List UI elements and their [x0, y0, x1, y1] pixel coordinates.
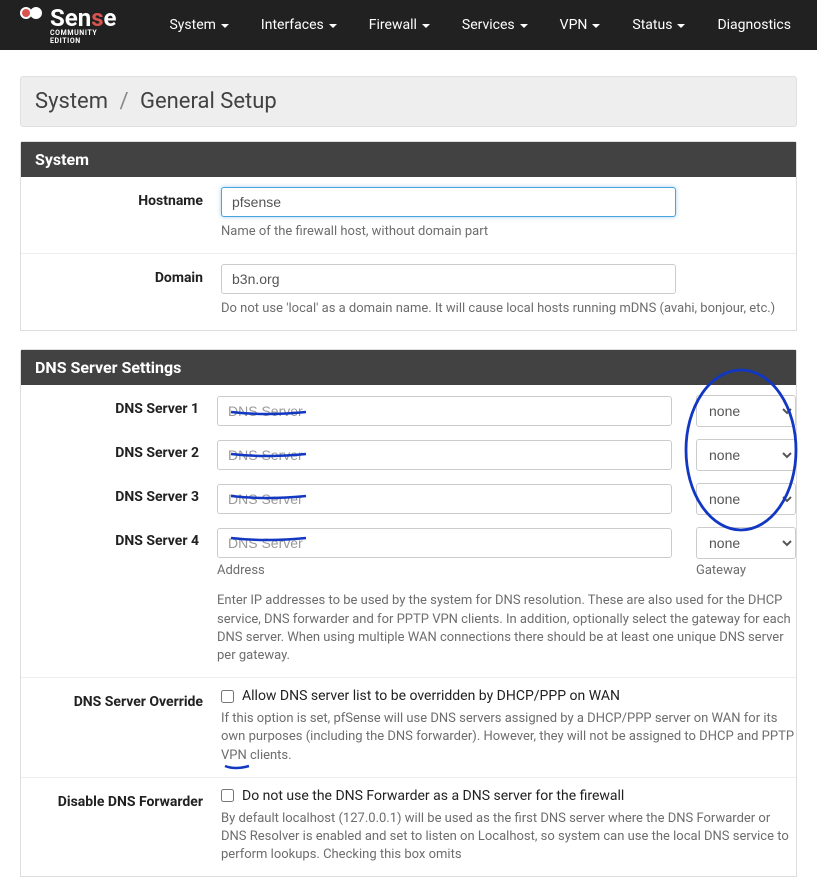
nav-system[interactable]: System	[153, 0, 244, 50]
dns-server-2-row: DNS Server 2 none	[21, 433, 796, 477]
dns-server-3-input[interactable]	[217, 484, 672, 514]
disable-dns-forwarder-checkbox[interactable]	[221, 789, 234, 802]
domain-help: Do not use 'local' as a domain name. It …	[221, 300, 796, 318]
logo-dots-icon	[20, 7, 46, 28]
disable-dns-forwarder-row: Disable DNS Forwarder Do not use the DNS…	[21, 778, 796, 877]
top-nav: Sense COMMUNITY EDITION System Interface…	[0, 0, 817, 50]
nav-label: Diagnostics	[717, 17, 791, 33]
dns-server-4-label: DNS Server 4	[21, 527, 217, 665]
dns-server-1-input[interactable]	[217, 396, 672, 426]
nav-vpn[interactable]: VPN	[544, 0, 617, 50]
nav-label: System	[169, 17, 215, 33]
dns-server-1-gateway[interactable]: none	[696, 395, 796, 427]
domain-label: Domain	[21, 264, 221, 318]
dns-override-label: DNS Server Override	[21, 688, 221, 765]
nav-diagnostics[interactable]: Diagnostics	[701, 0, 807, 50]
nav-items: System Interfaces Firewall Services VPN …	[153, 0, 807, 50]
caret-down-icon	[422, 17, 430, 33]
brand-subtitle: COMMUNITY EDITION	[50, 29, 129, 45]
caret-down-icon	[221, 17, 229, 33]
disable-dns-forwarder-help: By default localhost (127.0.0.1) will be…	[221, 810, 796, 865]
dns-server-2-label: DNS Server 2	[21, 439, 217, 471]
nav-label: Interfaces	[261, 17, 324, 33]
hostname-help: Name of the firewall host, without domai…	[221, 223, 796, 241]
nav-status[interactable]: Status	[616, 0, 701, 50]
nav-firewall[interactable]: Firewall	[353, 0, 446, 50]
caret-down-icon	[520, 17, 528, 33]
nav-label: VPN	[560, 17, 588, 33]
domain-row: Domain Do not use 'local' as a domain na…	[21, 254, 796, 330]
dns-server-3-gateway[interactable]: none	[696, 483, 796, 515]
dns-panel: DNS Server Settings DNS Server 1 none DN…	[20, 349, 797, 877]
dns-server-1-label: DNS Server 1	[21, 395, 217, 427]
dns-server-3-row: DNS Server 3 none	[21, 477, 796, 521]
dns-override-help: If this option is set, pfSense will use …	[221, 710, 796, 765]
breadcrumb-separator: /	[119, 89, 128, 114]
nav-services[interactable]: Services	[446, 0, 544, 50]
dns-server-1-row: DNS Server 1 none	[21, 385, 796, 433]
nav-interfaces[interactable]: Interfaces	[245, 0, 353, 50]
nav-label: Firewall	[369, 17, 417, 33]
dns-gateway-col-label: Gateway	[696, 563, 746, 578]
dns-server-2-input[interactable]	[217, 440, 672, 470]
dns-override-row: DNS Server Override Allow DNS server lis…	[21, 678, 796, 778]
domain-input[interactable]	[221, 264, 676, 294]
system-panel: System Hostname Name of the firewall hos…	[20, 141, 797, 331]
dns-server-3-label: DNS Server 3	[21, 483, 217, 515]
dns-server-4-input[interactable]	[217, 528, 672, 558]
breadcrumb: System / General Setup	[35, 89, 782, 114]
hostname-row: Hostname Name of the firewall host, with…	[21, 177, 796, 254]
breadcrumb-page: General Setup	[140, 89, 277, 114]
breadcrumb-root[interactable]: System	[35, 89, 108, 114]
disable-dns-forwarder-checkbox-label[interactable]: Do not use the DNS Forwarder as a DNS se…	[242, 788, 624, 804]
dns-help: Enter IP addresses to be used by the sys…	[217, 592, 796, 665]
nav-label: Services	[462, 17, 515, 33]
hostname-input[interactable]	[221, 187, 676, 217]
dns-server-2-gateway[interactable]: none	[696, 439, 796, 471]
dns-address-col-label: Address	[217, 563, 696, 578]
breadcrumb-bar: System / General Setup	[20, 76, 797, 127]
system-panel-heading: System	[21, 142, 796, 177]
disable-dns-forwarder-label: Disable DNS Forwarder	[21, 788, 221, 865]
caret-down-icon	[677, 17, 685, 33]
dns-override-checkbox-label[interactable]: Allow DNS server list to be overridden b…	[242, 688, 620, 704]
caret-down-icon	[329, 17, 337, 33]
dns-server-4-gateway[interactable]: none	[696, 527, 796, 559]
brand-logo[interactable]: Sense COMMUNITY EDITION	[20, 6, 129, 45]
caret-down-icon	[592, 17, 600, 33]
hostname-label: Hostname	[21, 187, 221, 241]
dns-panel-heading: DNS Server Settings	[21, 350, 796, 385]
dns-override-checkbox[interactable]	[221, 690, 234, 703]
brand-text: Sense	[50, 6, 117, 30]
dns-server-4-row: DNS Server 4 none Address Gateway Enter …	[21, 521, 796, 678]
nav-label: Status	[632, 17, 672, 33]
